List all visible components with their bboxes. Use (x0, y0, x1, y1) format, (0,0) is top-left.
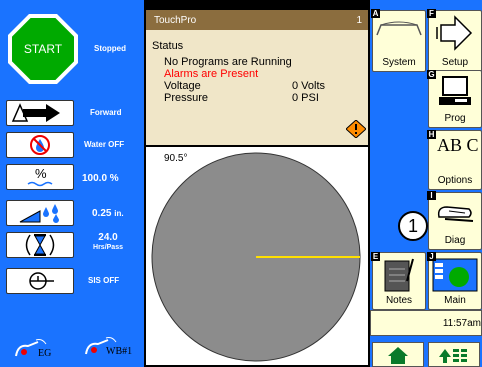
depth-value: 0.25 in. (92, 208, 124, 219)
options-button[interactable]: AB C Options (428, 130, 482, 190)
sis-button[interactable] (6, 268, 74, 294)
water-status: Water OFF (84, 140, 125, 149)
left-control-panel: START Stopped Forward Water OFF % 100.0 … (0, 0, 144, 367)
diag-button[interactable]: Diag (428, 192, 482, 250)
hours-button[interactable] (6, 232, 74, 258)
hourglass-icon (25, 234, 55, 256)
setup-label: Setup (441, 57, 469, 68)
depth-drops-icon (19, 204, 59, 223)
water-off-icon (30, 135, 50, 155)
system-label: System (382, 57, 416, 68)
programs-status: No Programs are Running (164, 56, 292, 68)
options-label: Options (437, 175, 473, 186)
main-label: Main (444, 295, 466, 306)
panel-number: 1 (356, 14, 362, 26)
percent-icon: % (27, 166, 53, 187)
percent-value: 100.0 % (82, 173, 119, 184)
notes-pad-icon (384, 258, 414, 292)
callout-number: 1 (398, 211, 428, 241)
right-menu-panel: System A Setup F Prog G AB C Options H D… (370, 0, 482, 367)
main-screen-icon (432, 258, 478, 292)
computer-icon (439, 76, 471, 105)
options-icon: AB C (437, 135, 481, 155)
options-letter: H (427, 130, 436, 139)
status-box: Status No Programs are Running Alarms ar… (146, 30, 368, 145)
prog-label: Prog (444, 113, 466, 124)
start-button[interactable]: START (8, 14, 78, 84)
end-gun-control[interactable]: EG (14, 336, 74, 364)
prog-button[interactable]: Prog (428, 70, 482, 128)
alarm-status: Alarms are Present (164, 68, 259, 80)
home-button[interactable] (372, 342, 424, 367)
water-button[interactable] (6, 132, 74, 158)
svg-text:%: % (35, 166, 47, 181)
status-header: Status (152, 40, 184, 52)
sis-icon (29, 272, 54, 290)
diag-label: Diag (444, 235, 466, 246)
system-letter: A (371, 9, 380, 18)
forward-arrow-icon (11, 103, 60, 122)
prog-letter: G (427, 70, 436, 79)
depth-unit: in. (114, 209, 124, 218)
arrow-list-icon (439, 348, 467, 363)
direction-button[interactable] (6, 100, 74, 126)
system-pivot-icon (376, 21, 422, 36)
diagnostic-wrench-icon (437, 206, 474, 222)
pressure-label: Pressure (164, 92, 209, 104)
warning-diamond-icon[interactable] (346, 120, 366, 138)
system-button[interactable]: System (372, 10, 426, 72)
notes-label: Notes (385, 295, 413, 306)
setup-letter: F (427, 9, 436, 18)
depth-number: 0.25 (92, 208, 112, 219)
hours-unit: Hrs/Pass (93, 244, 123, 251)
end-gun-label: EG (38, 348, 52, 359)
main-letter: J (427, 252, 436, 261)
hours-number: 24.0 (98, 232, 118, 243)
time-display: 11:57am (370, 310, 482, 336)
sis-status: SIS OFF (88, 276, 120, 285)
wb-control[interactable]: WB#1 (84, 334, 142, 362)
percent-button[interactable]: % (6, 164, 74, 190)
list-up-button[interactable] (428, 342, 480, 367)
diag-letter: I (427, 191, 436, 200)
wb-label: WB#1 (106, 346, 133, 357)
voltage-label: Voltage (164, 80, 201, 92)
run-status-label: Stopped (94, 44, 126, 53)
pressure-value: 0 PSI (292, 92, 319, 104)
options-glyph: AB C (437, 135, 479, 155)
hours-value: 24.0 Hrs/Pass (86, 233, 130, 252)
setup-button[interactable]: Setup (428, 10, 482, 72)
home-icon (388, 346, 408, 364)
title-bar: TouchPro 1 (146, 10, 368, 30)
field-map[interactable]: 90.5° (146, 147, 368, 365)
depth-button[interactable] (6, 200, 74, 226)
voltage-value: 0 Volts (292, 80, 326, 92)
field-circle (151, 152, 361, 362)
app-title: TouchPro (154, 14, 197, 26)
main-button[interactable]: Main (428, 252, 482, 310)
notes-letter: E (371, 252, 380, 261)
time-text: 11:57am (442, 317, 481, 329)
direction-label: Forward (90, 108, 122, 117)
center-status-panel: TouchPro 1 Status No Programs are Runnin… (144, 0, 370, 367)
notes-button[interactable]: Notes (372, 252, 426, 310)
setup-arrow-icon (436, 15, 473, 51)
